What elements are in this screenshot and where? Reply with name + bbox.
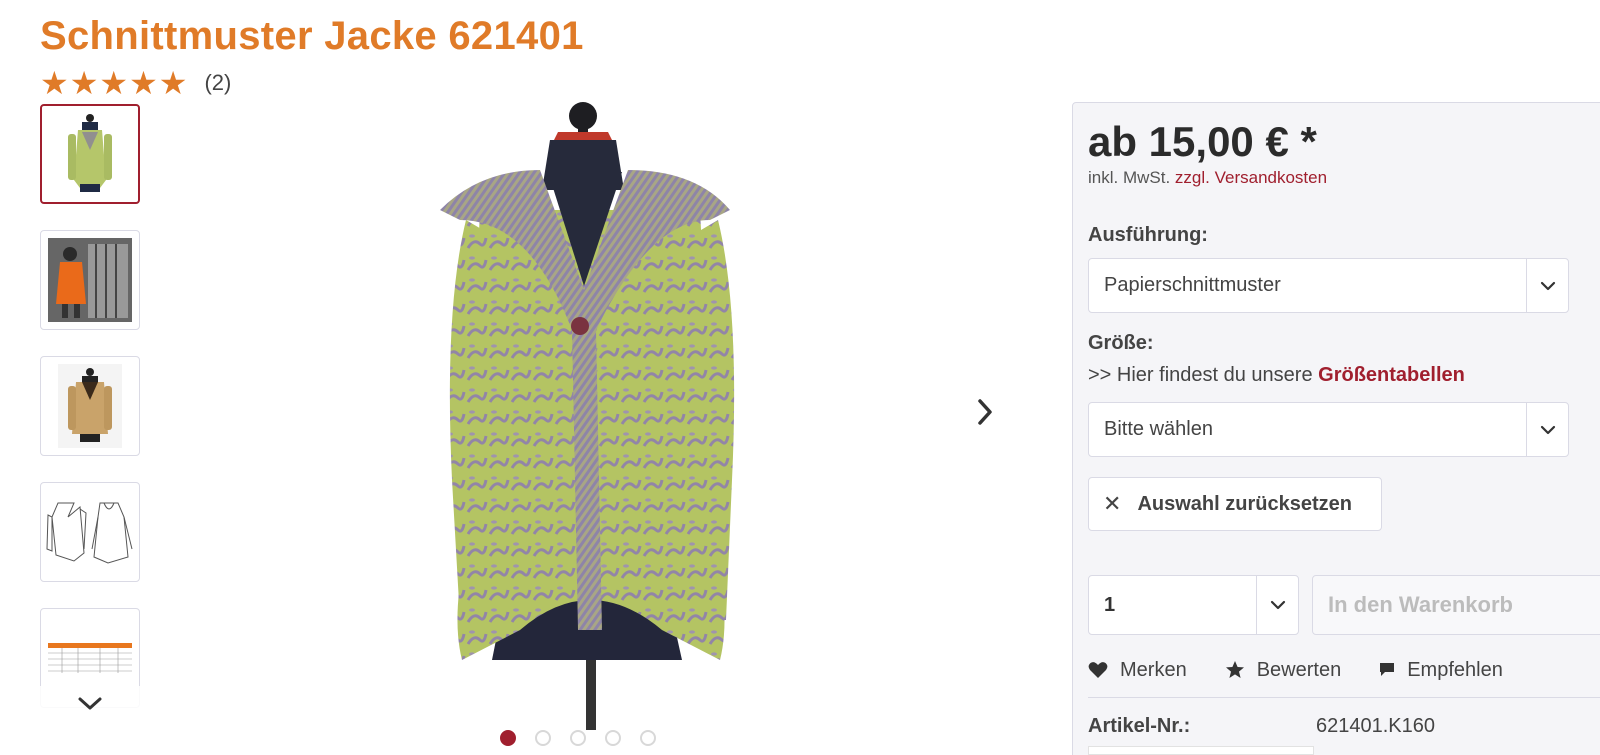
add-to-cart-button[interactable]: In den Warenkorb: [1312, 575, 1600, 635]
product-rating[interactable]: ★ ★ ★ ★ ★ (2): [40, 66, 231, 100]
thumb-beige-jacket-image: [58, 364, 122, 448]
main-product-image[interactable]: [400, 100, 780, 730]
thumbnail-1[interactable]: [40, 104, 140, 204]
variant-select[interactable]: Papierschnittmuster: [1088, 258, 1569, 313]
size-hint: >> Hier findest du unsere Größentabellen: [1088, 364, 1465, 387]
size-label: Größe:: [1088, 332, 1154, 354]
chevron-down-icon: [1526, 403, 1568, 456]
size-hint-text: >> Hier findest du unsere: [1088, 364, 1313, 386]
remember-label: Merken: [1120, 658, 1187, 681]
shipping-costs-link[interactable]: zzgl. Versandkosten: [1175, 168, 1327, 187]
remember-button[interactable]: Merken: [1088, 659, 1187, 682]
thumb-size-table-image: [48, 643, 132, 673]
chevron-down-icon: [78, 697, 102, 710]
star-icon: ★: [129, 64, 158, 102]
quantity-value: 1: [1104, 593, 1116, 616]
article-number-value: 621401.K160: [1316, 715, 1436, 737]
product-title: Schnittmuster Jacke 621401: [40, 14, 584, 58]
star-icon: ★: [40, 64, 69, 102]
rate-label: Bewerten: [1256, 658, 1342, 681]
thumbnail-3[interactable]: [40, 356, 140, 456]
rating-count[interactable]: (2): [204, 70, 231, 96]
article-number-label: Artikel-Nr.:: [1088, 715, 1191, 737]
thumb-green-jacket-image: [68, 114, 112, 192]
divider: [1088, 697, 1600, 698]
size-table-link[interactable]: Größentabellen: [1318, 364, 1465, 386]
image-pagination: [500, 730, 656, 746]
quantity-select[interactable]: 1: [1088, 575, 1299, 635]
thumb-orange-coat-image: [48, 238, 132, 322]
rate-button[interactable]: Bewerten: [1225, 658, 1342, 682]
variant-label: Ausführung:: [1088, 224, 1208, 246]
tax-text: inkl. MwSt.: [1088, 168, 1171, 187]
recommend-label: Empfehlen: [1407, 658, 1503, 681]
tax-note: inkl. MwSt. zzgl. Versandkosten: [1088, 168, 1327, 188]
variant-select-value: Papierschnittmuster: [1104, 274, 1281, 296]
heart-icon: [1088, 662, 1108, 678]
size-select[interactable]: Bitte wählen: [1088, 402, 1569, 457]
thumb-technical-drawing-image: [46, 502, 133, 564]
partial-image-strip: [1088, 746, 1314, 755]
pagination-dot[interactable]: [535, 730, 551, 746]
size-select-value: Bitte wählen: [1104, 418, 1213, 440]
star-icon: ★: [158, 64, 188, 102]
thumbnail-scroll-down-button[interactable]: [40, 686, 140, 722]
product-price: ab 15,00 € *: [1088, 118, 1317, 165]
thumbnail-4[interactable]: [40, 482, 140, 582]
recommend-button[interactable]: Empfehlen: [1379, 659, 1503, 682]
thumbnail-strip: [40, 104, 140, 722]
jacket-illustration: [440, 102, 735, 730]
next-image-button[interactable]: [972, 392, 998, 432]
chevron-down-icon: [1526, 259, 1568, 312]
close-icon: ✕: [1103, 491, 1122, 516]
pagination-dot[interactable]: [640, 730, 656, 746]
comment-icon: [1380, 663, 1395, 676]
product-actions: Merken Bewerten Empfehlen: [1088, 655, 1541, 685]
pagination-dot[interactable]: [605, 730, 621, 746]
reset-selection-button[interactable]: ✕ Auswahl zurücksetzen: [1088, 477, 1382, 531]
reset-selection-label: Auswahl zurücksetzen: [1137, 492, 1352, 515]
thumbnail-2[interactable]: [40, 230, 140, 330]
chevron-right-icon: [978, 399, 992, 425]
star-icon: [1225, 661, 1244, 678]
add-to-cart-label: In den Warenkorb: [1328, 592, 1513, 617]
star-icon: ★: [69, 64, 99, 102]
pagination-dot[interactable]: [500, 730, 516, 746]
pagination-dot[interactable]: [570, 730, 586, 746]
star-icon: ★: [99, 64, 129, 102]
chevron-down-icon: [1256, 576, 1298, 634]
